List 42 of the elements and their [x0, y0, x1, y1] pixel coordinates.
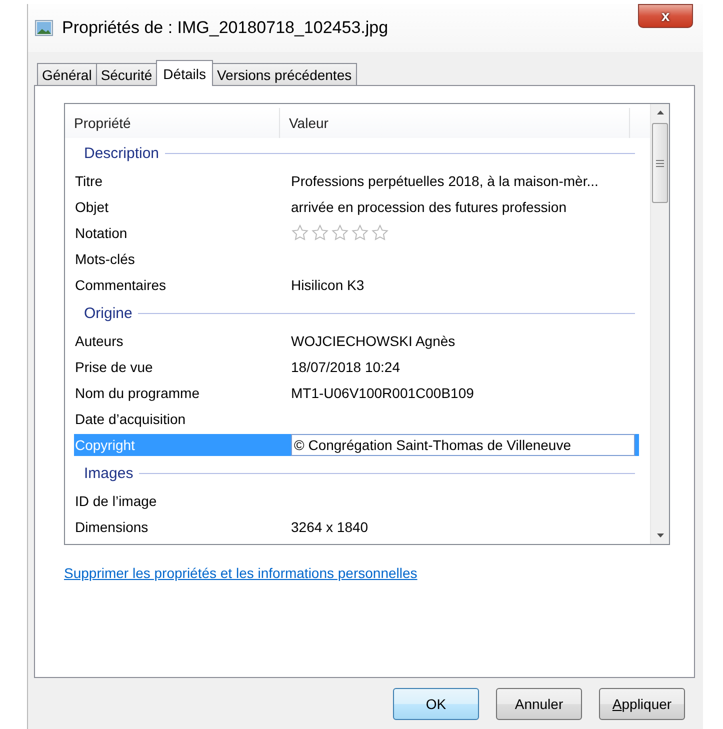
property-name[interactable]: ID de l’image — [74, 490, 289, 512]
property-value: MT1-U06V100R001C00B109 — [291, 385, 474, 401]
property-value: Hisilicon K3 — [291, 277, 364, 293]
star-icon — [371, 224, 389, 242]
dialog-button[interactable]: Appliquer — [599, 688, 685, 720]
value-field[interactable]: © Congrégation Saint-Thomas de Villeneuve — [291, 434, 635, 456]
star-icon — [351, 224, 369, 242]
property-value: arrivée en procession des futures profession — [291, 199, 566, 215]
close-button[interactable]: x — [638, 4, 693, 28]
property-name[interactable]: Dimensions — [74, 516, 289, 538]
dialog-button[interactable]: Annuler — [496, 688, 582, 720]
property-value: 18/07/2018 10:24 — [291, 359, 400, 375]
tab[interactable]: Sécurité — [96, 63, 158, 85]
property-value: Professions perpétuelles 2018, à la maison-mèr... — [291, 173, 598, 189]
image-file-icon — [35, 20, 53, 36]
remove-properties-link[interactable]: Supprimer les propriétés et les informations personnelles — [64, 565, 418, 581]
tab[interactable]: Versions précédentes — [212, 63, 357, 85]
property-value: WOJCIECHOWSKI Agnès — [291, 333, 456, 349]
property-name[interactable]: Objet — [74, 196, 289, 218]
tab[interactable]: Général — [37, 63, 97, 85]
column-header[interactable]: Valeur — [280, 108, 630, 138]
group-heading: Images — [84, 464, 134, 482]
ok-button[interactable]: OK — [393, 688, 479, 720]
group-heading: Description — [84, 144, 160, 162]
property-name[interactable]: Prise de vue — [74, 356, 289, 378]
tab[interactable]: Détails — [156, 60, 213, 86]
scroll-thumb[interactable] — [652, 123, 668, 203]
property-name[interactable]: Nom du programme — [74, 382, 289, 404]
window-title: Propriétés de : IMG_20180718_102453.jpg — [62, 18, 388, 38]
group-heading: Origine — [84, 304, 132, 322]
star-icon — [311, 224, 329, 242]
property-name[interactable]: Notation — [74, 222, 289, 244]
property-name[interactable]: Mots-clés — [74, 248, 289, 270]
star-rating[interactable] — [291, 224, 389, 242]
star-icon — [331, 224, 349, 242]
star-icon — [291, 224, 309, 242]
column-header[interactable]: Propriété — [65, 108, 280, 138]
property-name[interactable]: Date d’acquisition — [74, 408, 289, 430]
property-name[interactable]: Titre — [74, 170, 289, 192]
property-name[interactable]: Commentaires — [74, 274, 289, 296]
property-name[interactable]: Auteurs — [74, 330, 289, 352]
property-value: 3264 x 1840 — [291, 519, 368, 535]
